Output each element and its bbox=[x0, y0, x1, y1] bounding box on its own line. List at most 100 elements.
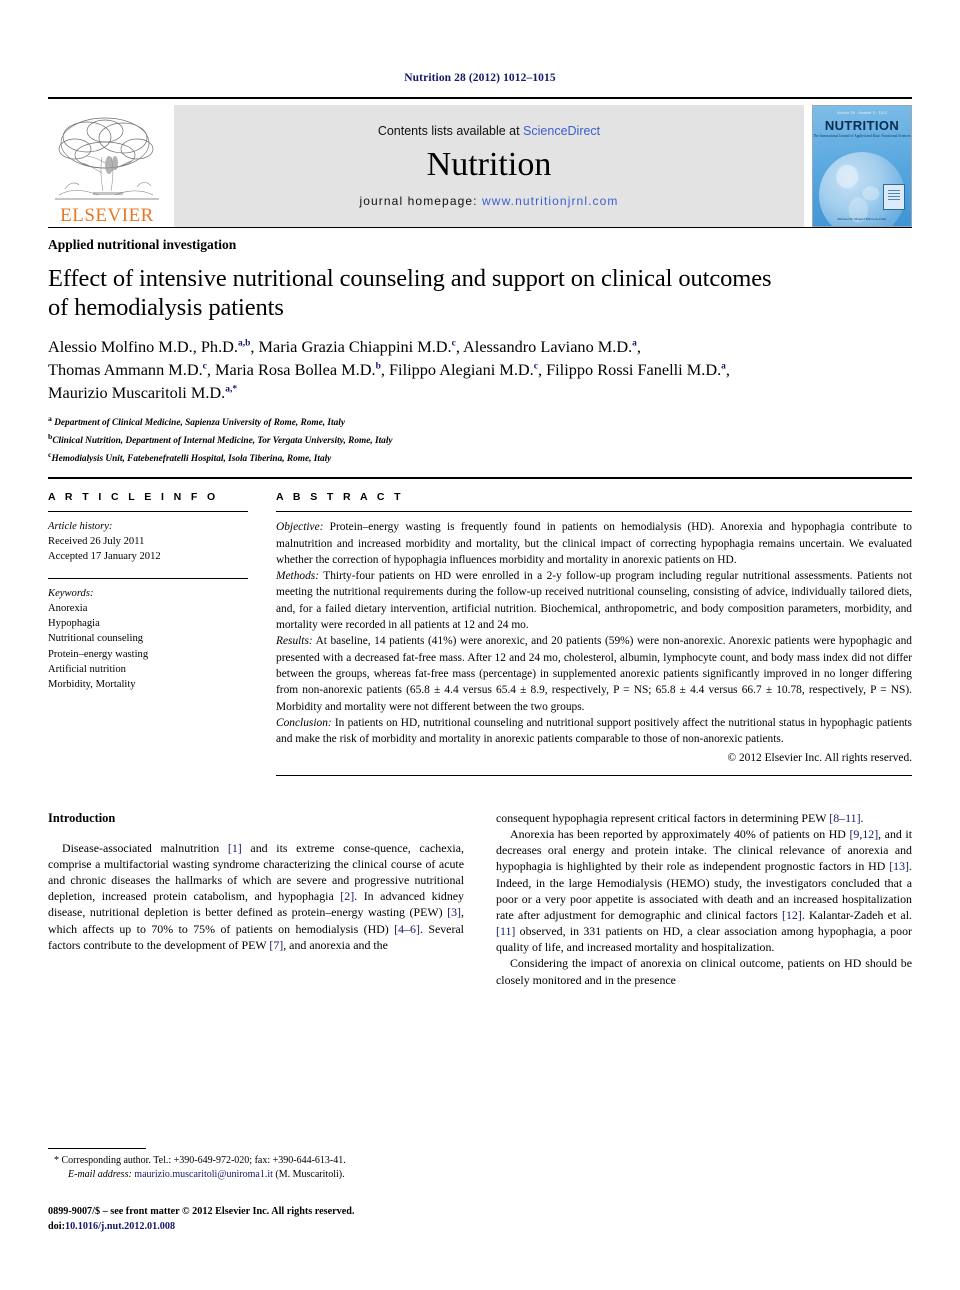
intro-text: Anorexia has been reported by approximat… bbox=[510, 826, 850, 841]
abstract-body: Objective: Protein–energy wasting is fre… bbox=[276, 519, 912, 766]
cover-subtitle: The International Journal of Applied and… bbox=[813, 134, 911, 138]
article-accepted-date: Accepted 17 January 2012 bbox=[48, 551, 161, 563]
author-laviano[interactable]: , Alessandro Laviano M.D. bbox=[456, 337, 632, 356]
author-molfino[interactable]: Alessio Molfino M.D., Ph.D. bbox=[48, 337, 238, 356]
intro-text: . Kalantar-Zadeh et al. bbox=[801, 907, 912, 922]
citation-ref[interactable]: [12] bbox=[782, 908, 802, 922]
citation-ref[interactable]: [2] bbox=[340, 889, 354, 903]
intro-paragraph-1: Disease-associated malnutrition [1] and … bbox=[48, 840, 464, 953]
elsevier-wordmark: ELSEVIER bbox=[60, 205, 154, 226]
intro-text: Disease-associated malnutrition bbox=[62, 840, 228, 855]
abstract-conclusion: Conclusion: In patients on HD, nutrition… bbox=[276, 715, 912, 748]
elsevier-logo: ELSEVIER bbox=[48, 105, 166, 227]
page-title: Effect of intensive nutritional counseli… bbox=[48, 264, 912, 323]
citation-ref[interactable]: [11] bbox=[496, 924, 515, 938]
contents-prefix: Contents lists available at bbox=[377, 124, 524, 138]
citation-ref[interactable]: [13] bbox=[889, 859, 909, 873]
affiliation-b: bClinical Nutrition, Department of Inter… bbox=[48, 431, 912, 449]
affil-ref-ab[interactable]: a,b bbox=[238, 338, 250, 348]
doi-label: doi: bbox=[48, 1220, 65, 1232]
author-chiappini[interactable]: , Maria Grazia Chiappini M.D. bbox=[250, 337, 451, 356]
keyword-item: Morbidity, Mortality bbox=[48, 678, 136, 690]
email-line: E-mail address: maurizio.muscaritoli@uni… bbox=[48, 1168, 450, 1182]
author-muscaritoli[interactable]: Maurizio Muscaritoli M.D. bbox=[48, 383, 225, 402]
abstract-methods: Methods: Thirty-four patients on HD were… bbox=[276, 568, 912, 633]
affiliation-c-text: Hemodialysis Unit, Fatebenefratelli Hosp… bbox=[51, 454, 332, 465]
affiliation-a: a Department of Clinical Medicine, Sapie… bbox=[48, 413, 912, 431]
email-link[interactable]: maurizio.muscaritoli@uniroma1.it bbox=[132, 1169, 273, 1180]
author-rossi-fanelli[interactable]: , Filippo Rossi Fanelli M.D. bbox=[538, 360, 721, 379]
email-owner: (M. Muscaritoli). bbox=[272, 1169, 345, 1181]
citation-ref[interactable]: [1] bbox=[228, 841, 242, 855]
article-title-line-2: of hemodialysis patients bbox=[48, 294, 284, 322]
author-sep-2: , bbox=[725, 359, 730, 379]
title-block: Applied nutritional investigation Effect… bbox=[48, 228, 912, 467]
citation-ref[interactable]: [8–11] bbox=[829, 811, 860, 825]
corresponding-author-footnote: * Corresponding author. Tel.: +390-649-9… bbox=[48, 1148, 450, 1182]
email-label: E-mail address: bbox=[68, 1169, 132, 1181]
results-label: Results: bbox=[276, 635, 313, 648]
body-column-right: consequent hypophagia represent critical… bbox=[496, 810, 912, 988]
cover-title: NUTRITION bbox=[824, 118, 900, 133]
doi-link[interactable]: 10.1016/j.nut.2012.01.008 bbox=[65, 1221, 175, 1232]
homepage-url-link[interactable]: www.nutritionjrnl.com bbox=[482, 194, 618, 208]
body-column-left: Introduction Disease-associated malnutri… bbox=[48, 810, 464, 988]
abstract-heading: A B S T R A C T bbox=[276, 491, 404, 504]
author-list: Alessio Molfino M.D., Ph.D.a,b, Maria Gr… bbox=[48, 335, 912, 404]
journal-homepage-line: journal homepage: www.nutritionjrnl.com bbox=[359, 194, 618, 208]
article-title-line-1: Effect of intensive nutritional counseli… bbox=[48, 265, 772, 292]
intro-text: observed, in 331 patients on HD, a clear… bbox=[496, 924, 912, 955]
abstract-results: Results: At baseline, 14 patients (41%) … bbox=[276, 633, 912, 714]
methods-text: Thirty-four patients on HD were enrolled… bbox=[276, 570, 912, 632]
keyword-item: Anorexia bbox=[48, 603, 88, 615]
article-info-rule bbox=[48, 511, 248, 513]
results-text: At baseline, 14 patients (41%) were anor… bbox=[276, 635, 912, 713]
journal-title: Nutrition bbox=[426, 146, 552, 183]
intro-text: consequent hypophagia represent critical… bbox=[496, 810, 830, 825]
contents-line: Contents lists available at ScienceDirec… bbox=[378, 124, 600, 138]
cover-issue-line: Volume 28 · Number 9 · 2012 bbox=[837, 111, 887, 115]
objective-text: Protein–energy wasting is frequently fou… bbox=[276, 521, 912, 566]
corresponding-author-line: * Corresponding author. Tel.: +390-649-9… bbox=[54, 1155, 346, 1166]
article-history: Article history: Received 26 July 2011 A… bbox=[48, 519, 248, 564]
author-ammann[interactable]: Thomas Ammann M.D. bbox=[48, 360, 203, 379]
article-section-kicker: Applied nutritional investigation bbox=[48, 237, 237, 252]
affiliation-a-text: Department of Clinical Medicine, Sapienz… bbox=[51, 418, 345, 429]
author-bollea[interactable]: , Maria Rosa Bollea M.D. bbox=[207, 360, 376, 379]
intro-paragraph-3: Considering the impact of anorexia on cl… bbox=[496, 956, 912, 987]
keyword-item: Nutritional counseling bbox=[48, 633, 144, 645]
keyword-item: Artificial nutrition bbox=[48, 663, 126, 675]
methods-label: Methods: bbox=[276, 570, 320, 583]
intro-text: . bbox=[860, 810, 864, 825]
article-info-column: A R T I C L E I N F O Article history: R… bbox=[48, 491, 276, 775]
citation-ref[interactable]: [7] bbox=[269, 938, 283, 952]
keywords-rule bbox=[48, 578, 248, 580]
homepage-prefix: journal homepage: bbox=[359, 194, 483, 208]
citation-ref[interactable]: [3] bbox=[447, 905, 461, 919]
citation-ref[interactable]: [9,12] bbox=[849, 827, 878, 841]
affiliation-b-text: Clinical Nutrition, Department of Intern… bbox=[52, 436, 393, 447]
footnote-rule bbox=[48, 1148, 146, 1149]
author-alegiani[interactable]: , Filippo Alegiani M.D. bbox=[381, 360, 534, 379]
page-footer: 0899-9007/$ – see front matter © 2012 El… bbox=[48, 1205, 478, 1235]
journal-masthead: ELSEVIER Contents lists available at Sci… bbox=[48, 97, 912, 227]
affiliation-list: a Department of Clinical Medicine, Sapie… bbox=[48, 413, 912, 467]
issn-copyright-line: 0899-9007/$ – see front matter © 2012 El… bbox=[48, 1206, 355, 1217]
citation-ref[interactable]: [4–6] bbox=[394, 922, 420, 936]
affil-ref-a-star[interactable]: a,* bbox=[225, 385, 237, 395]
abstract-bottom-rule bbox=[276, 774, 912, 776]
article-info-heading: A R T I C L E I N F O bbox=[48, 491, 219, 504]
body-columns: Introduction Disease-associated malnutri… bbox=[48, 810, 912, 988]
keywords-label: Keywords: bbox=[48, 588, 94, 600]
intro-paragraph-1-cont: consequent hypophagia represent critical… bbox=[496, 810, 912, 826]
article-history-label: Article history: bbox=[48, 521, 113, 533]
doi-line: doi:10.1016/j.nut.2012.01.008 bbox=[48, 1220, 478, 1235]
sciencedirect-link[interactable]: ScienceDirect bbox=[523, 124, 600, 138]
abstract-rule bbox=[276, 511, 912, 513]
journal-band: Contents lists available at ScienceDirec… bbox=[174, 105, 804, 227]
conclusion-text: In patients on HD, nutritional counselin… bbox=[276, 716, 912, 746]
author-sep-1: , bbox=[636, 336, 641, 356]
abstract-column: A B S T R A C T Objective: Protein–energ… bbox=[276, 491, 912, 776]
running-head: Nutrition 28 (2012) 1012–1015 bbox=[404, 72, 556, 84]
